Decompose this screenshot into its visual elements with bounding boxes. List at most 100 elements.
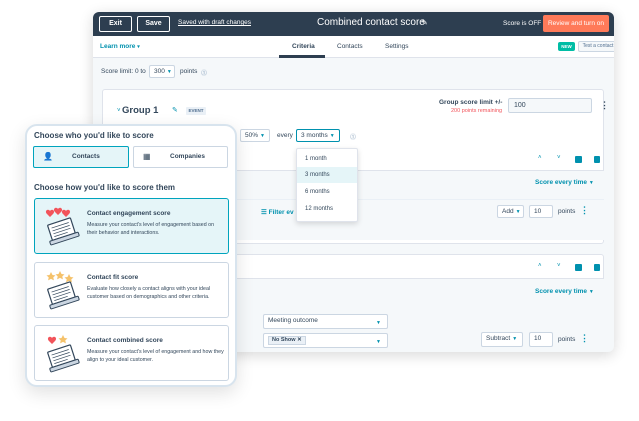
chevron-down-icon: ▼	[329, 133, 335, 139]
rule-more-icon[interactable]: ⋮	[580, 205, 589, 216]
event-badge: EVENT	[186, 107, 206, 115]
score-every-time-label: Score every time	[535, 179, 588, 186]
filter-events-link[interactable]: ☰ Filter ev	[261, 208, 294, 216]
companies-label: Companies	[170, 153, 206, 160]
period-option-1-month[interactable]: 1 month	[297, 151, 357, 167]
option-title: Contact combined score	[87, 337, 163, 344]
period-dropdown-menu: 1 month 3 months 6 months 12 months	[296, 148, 358, 222]
fit-score-option[interactable]: Contact fit score Evaluate how closely a…	[34, 262, 229, 318]
save-button[interactable]: Save	[137, 16, 170, 32]
chevron-down-icon: ▼	[588, 180, 594, 186]
exit-button[interactable]: Exit	[99, 16, 132, 32]
delete-icon[interactable]	[594, 156, 600, 163]
review-and-turn-on-button[interactable]: Review and turn on	[543, 15, 609, 32]
edit-group-pencil-icon[interactable]: ✎	[172, 106, 178, 114]
tab-contacts[interactable]: Contacts	[337, 43, 363, 50]
move-up-chevron-icon[interactable]: ˄	[538, 155, 542, 161]
score-limit-select[interactable]: 300 ▼	[149, 65, 175, 78]
combined-score-option[interactable]: Contact combined score Measure your cont…	[34, 325, 229, 381]
score-every-time-select[interactable]: Score every time ▼	[535, 288, 594, 295]
move-down-chevron-icon[interactable]: ˅	[557, 263, 561, 269]
every-label: every	[277, 132, 293, 139]
contacts-option[interactable]: 👤 Contacts	[33, 146, 129, 168]
contact-person-icon: 👤	[43, 152, 53, 161]
outcome-values-select[interactable]: No Show ✕ ▼	[263, 333, 388, 348]
period-option-6-months[interactable]: 6 months	[297, 184, 357, 200]
score-type-chooser-panel: Choose who you'd like to score 👤 Contact…	[25, 124, 237, 387]
learn-more-link[interactable]: Learn more ▾	[100, 43, 140, 50]
chevron-down-icon: ▼	[512, 336, 518, 342]
points-input-2[interactable]: 10	[529, 332, 553, 347]
companies-option[interactable]: ▦ Companies	[133, 146, 228, 168]
move-up-chevron-icon[interactable]: ˄	[538, 263, 542, 269]
test-contact-button[interactable]: Test a contact	[578, 41, 614, 52]
chevron-down-icon: ▾	[137, 44, 140, 50]
collapse-chevron-icon[interactable]: ˅	[117, 108, 121, 114]
edit-title-pencil-icon[interactable]: ✎	[421, 18, 428, 27]
choose-who-heading: Choose who you'd like to score	[34, 131, 154, 140]
engagement-score-option[interactable]: Contact engagement score Measure your co…	[34, 198, 229, 254]
chevron-down-icon: ▼	[515, 209, 521, 215]
decay-period-value: 3 months	[301, 132, 328, 139]
info-icon[interactable]: ⓵	[201, 68, 207, 77]
score-every-time-label: Score every time	[535, 288, 588, 295]
points-input-1[interactable]: 10	[529, 205, 553, 218]
group-more-icon[interactable]: ⋮	[600, 100, 609, 111]
rule-more-icon[interactable]: ⋮	[580, 333, 589, 344]
group-title: Group 1	[122, 105, 159, 116]
group-score-limit-input[interactable]: 100	[508, 98, 592, 113]
tab-settings[interactable]: Settings	[385, 43, 409, 50]
period-option-12-months[interactable]: 12 months	[297, 201, 357, 217]
meeting-outcome-value: Meeting outcome	[268, 317, 318, 324]
points-label: points	[558, 208, 576, 215]
chevron-down-icon: ▼	[588, 289, 594, 295]
active-tab-indicator	[279, 55, 325, 58]
new-badge: NEW	[558, 42, 575, 51]
company-building-icon: ▦	[143, 152, 151, 161]
filter-icon: ☰	[261, 209, 267, 216]
contacts-label: Contacts	[72, 153, 100, 160]
clone-icon[interactable]	[575, 264, 582, 271]
option-title: Contact fit score	[87, 274, 139, 281]
score-limit-value: 300	[154, 68, 165, 75]
clone-icon[interactable]	[575, 156, 582, 163]
decay-period-select[interactable]: 3 months ▼	[296, 129, 340, 142]
option-description: Measure your contact's level of engageme…	[87, 222, 215, 236]
info-icon[interactable]: ⓵	[350, 132, 356, 141]
score-every-time-select[interactable]: Score every time ▼	[535, 179, 594, 186]
action-select-subtract[interactable]: Subtract ▼	[481, 332, 523, 347]
decay-percent-select[interactable]: 50% ▼	[240, 129, 270, 142]
tag-label: No Show	[272, 337, 296, 343]
saved-draft-link[interactable]: Saved with draft changes	[178, 19, 251, 26]
remove-tag-icon[interactable]: ✕	[297, 337, 302, 343]
learn-more-label: Learn more	[100, 43, 136, 50]
chevron-down-icon: ▼	[260, 133, 265, 139]
points-remaining-text: 200 points remaining	[451, 108, 503, 114]
action-value: Add	[502, 208, 514, 215]
score-status-text: Score is OFF	[503, 20, 542, 27]
choose-how-heading: Choose how you'd like to score them	[34, 183, 176, 192]
points-label: points	[558, 336, 576, 343]
option-title: Contact engagement score	[87, 210, 171, 217]
option-description: Evaluate how closely a contact aligns wi…	[87, 286, 211, 300]
fit-laptop-stars-icon	[46, 271, 80, 310]
score-limit-label: Score limit: 0 to	[101, 68, 146, 75]
filter-events-label: Filter ev	[268, 209, 294, 216]
tab-criteria[interactable]: Criteria	[292, 43, 315, 50]
decay-percent-value: 50%	[245, 132, 259, 139]
period-option-3-months[interactable]: 3 months	[297, 167, 357, 183]
score-limit-suffix: points	[180, 68, 198, 75]
chevron-down-icon: ▼	[166, 69, 172, 75]
engagement-laptop-hearts-icon	[45, 207, 80, 246]
move-down-chevron-icon[interactable]: ˅	[557, 155, 561, 161]
top-toolbar: Exit Save Saved with draft changes Combi…	[93, 12, 614, 36]
meeting-outcome-select[interactable]: Meeting outcome ▼	[263, 314, 388, 329]
tag-no-show: No Show ✕	[268, 336, 306, 345]
group-score-limit-label: Group score limit +/-	[439, 99, 503, 106]
combined-laptop-heart-star-icon	[47, 335, 80, 373]
action-value: Subtract	[486, 335, 511, 342]
action-select-add[interactable]: Add ▼	[497, 205, 524, 218]
tab-bar: Learn more ▾ Criteria Contacts Settings …	[93, 36, 614, 58]
option-description: Measure your contact's level of engageme…	[87, 349, 224, 363]
delete-icon[interactable]	[594, 264, 600, 271]
